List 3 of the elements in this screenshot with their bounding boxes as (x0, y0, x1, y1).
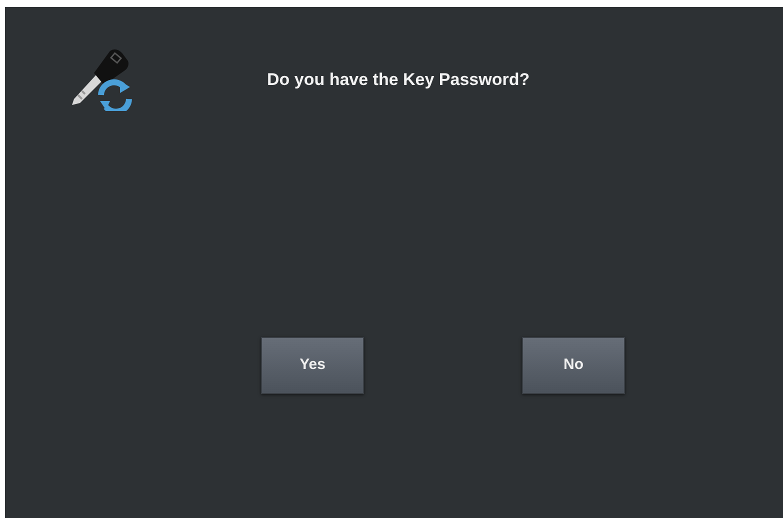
dialog-question: Do you have the Key Password? (267, 69, 530, 91)
yes-button[interactable]: Yes (261, 337, 364, 394)
no-button[interactable]: No (522, 337, 625, 394)
